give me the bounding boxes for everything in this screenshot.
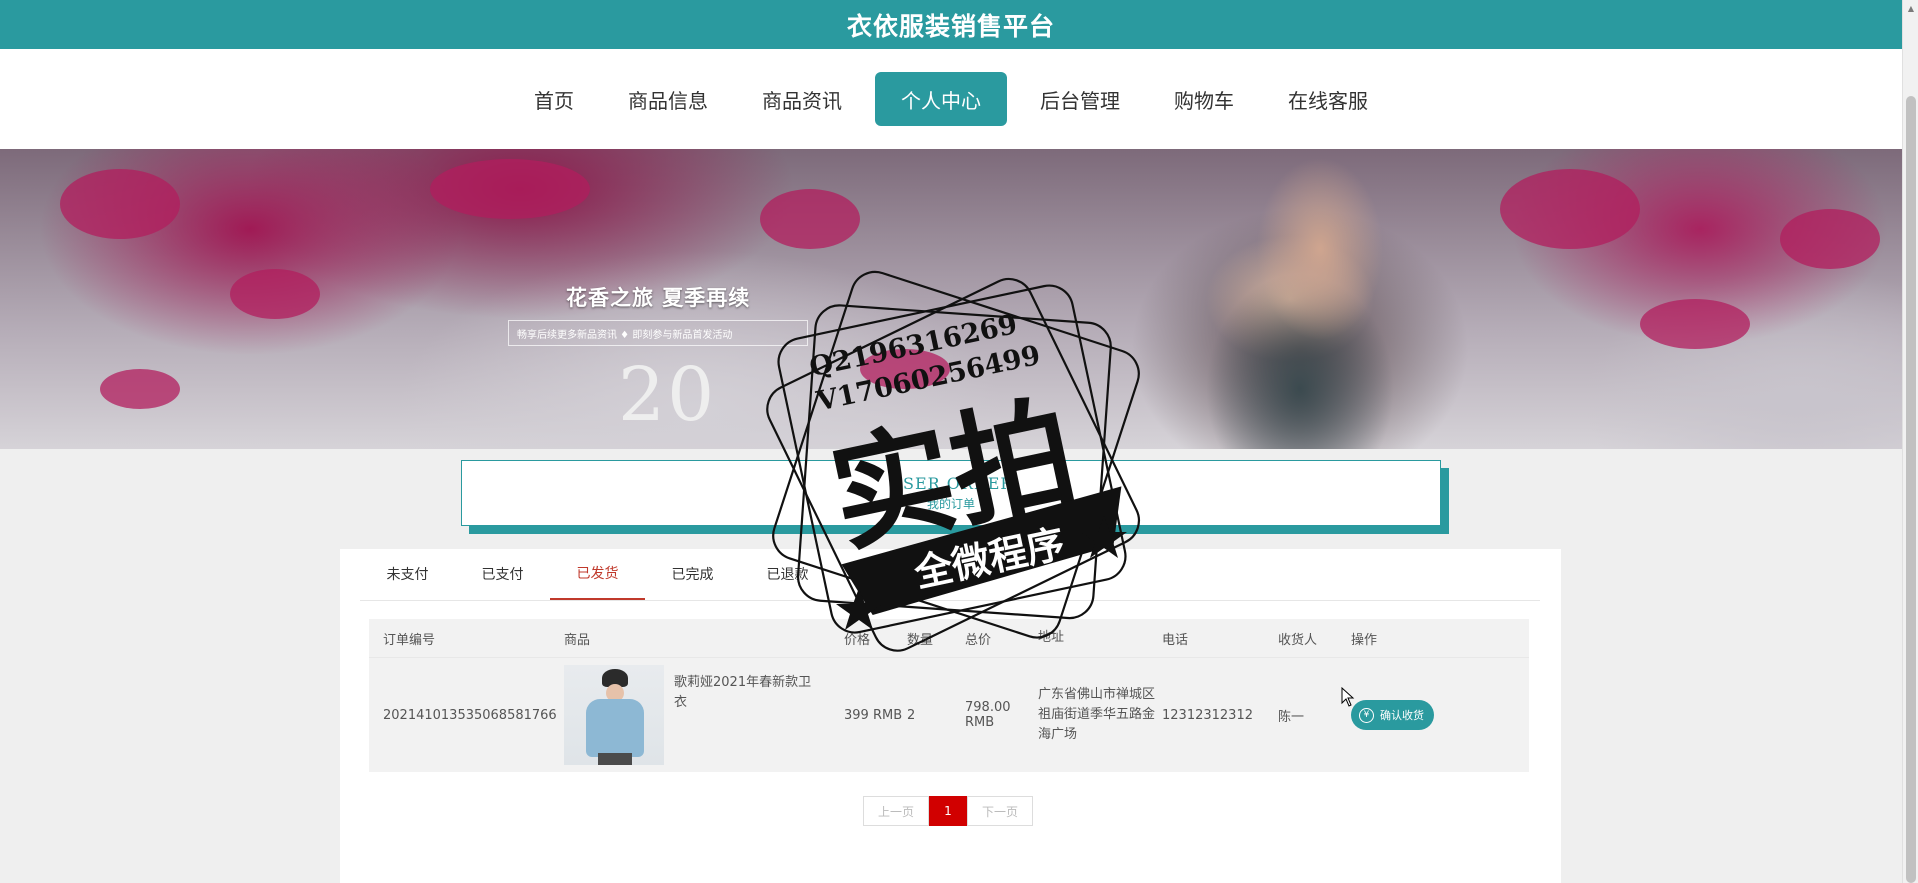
- tab-paid[interactable]: 已支付: [455, 548, 550, 600]
- tab-refunded[interactable]: 已退款: [740, 548, 835, 600]
- nav-products[interactable]: 商品信息: [602, 72, 734, 126]
- table-row: 202141013535068581766 歌莉娅2021年春新款卫衣 399 …: [369, 657, 1529, 772]
- header-receiver: 收货人: [1278, 632, 1318, 648]
- confirm-receipt-label: 确认收货: [1380, 709, 1424, 722]
- yen-icon: ¥: [1359, 707, 1374, 723]
- banner-image: [0, 149, 1902, 449]
- product-qty: 2: [907, 707, 916, 723]
- order-total: 798.00 RMB: [965, 700, 1011, 730]
- tab-cancelled[interactable]: 已取消: [835, 548, 930, 600]
- header-price: 价格: [844, 632, 871, 648]
- pagination: 上一页 1 下一页: [863, 796, 1033, 826]
- header-total: 总价: [965, 632, 992, 648]
- page: 衣依服装销售平台 首页 商品信息 商品资讯 个人中心 后台管理 购物车 在线客服…: [0, 0, 1918, 883]
- goods-cell: 歌莉娅2021年春新款卫衣: [564, 665, 844, 765]
- scrollbar-thumb[interactable]: [1906, 96, 1916, 883]
- banner-headline: 花香之旅 夏季再续: [566, 286, 751, 310]
- nav-customer-service[interactable]: 在线客服: [1262, 72, 1394, 126]
- order-number: 202141013535068581766: [383, 707, 557, 723]
- action-cell: ¥ 确认收货: [1351, 700, 1481, 730]
- section-title-cn: 我的订单: [926, 497, 975, 511]
- page-number-current[interactable]: 1: [929, 796, 967, 826]
- next-page-button[interactable]: 下一页: [967, 796, 1033, 826]
- table-header: 订单编号 商品 价格 数量 总价 地址 电话 收货人 操作: [369, 619, 1529, 657]
- site-header: 衣依服装销售平台: [0, 0, 1902, 49]
- tab-unpaid[interactable]: 未支付: [360, 548, 455, 600]
- scroll-up-arrow-icon[interactable]: ▲: [1903, 0, 1918, 16]
- header-goods: 商品: [564, 632, 591, 648]
- header-qty: 数量: [907, 632, 934, 648]
- header-phone: 电话: [1162, 632, 1189, 648]
- page-scrollbar[interactable]: ▲: [1902, 0, 1918, 883]
- product-thumbnail[interactable]: [564, 665, 664, 765]
- section-title-box: USER ORDER 我的订单: [461, 460, 1441, 526]
- nav-home[interactable]: 首页: [508, 72, 600, 126]
- section-title-en: USER ORDER: [888, 474, 1014, 493]
- product-price: 399 RMB: [844, 707, 903, 723]
- nav-news[interactable]: 商品资讯: [736, 72, 868, 126]
- delivery-address: 广东省佛山市禅城区祖庙街道季华五路金海广场: [1038, 687, 1156, 742]
- confirm-receipt-button[interactable]: ¥ 确认收货: [1351, 700, 1434, 730]
- nav-cart[interactable]: 购物车: [1148, 72, 1260, 126]
- tab-shipped[interactable]: 已发货: [550, 548, 645, 600]
- header-order-no: 订单编号: [383, 632, 436, 648]
- header-action: 操作: [1351, 632, 1378, 648]
- receiver-phone: 12312312312: [1162, 707, 1253, 723]
- banner-model-figure: [1160, 149, 1500, 449]
- mouse-cursor-icon: [1341, 687, 1355, 707]
- nav-admin[interactable]: 后台管理: [1014, 72, 1146, 126]
- header-address: 地址: [1038, 630, 1065, 645]
- product-name[interactable]: 歌莉娅2021年春新款卫衣: [674, 665, 814, 713]
- receiver-name: 陈一: [1278, 709, 1305, 725]
- prev-page-button[interactable]: 上一页: [863, 796, 929, 826]
- order-status-tabs: 未支付 已支付 已发货 已完成 已退款 已取消: [360, 549, 1540, 601]
- main-nav: 首页 商品信息 商品资讯 个人中心 后台管理 购物车 在线客服: [0, 49, 1902, 149]
- nav-personal-center[interactable]: 个人中心: [875, 72, 1007, 126]
- site-title: 衣依服装销售平台: [846, 11, 1055, 41]
- order-panel: 未支付 已支付 已发货 已完成 已退款 已取消 订单编号 商品 价格 数量 总价…: [340, 549, 1561, 883]
- tab-completed[interactable]: 已完成: [645, 548, 740, 600]
- banner-number: 20: [618, 352, 717, 438]
- order-table: 订单编号 商品 价格 数量 总价 地址 电话 收货人 操作 2021410135…: [369, 619, 1529, 772]
- banner-subline: 畅享后续更多新品资讯 ♦ 即刻参与新品首发活动: [508, 320, 808, 346]
